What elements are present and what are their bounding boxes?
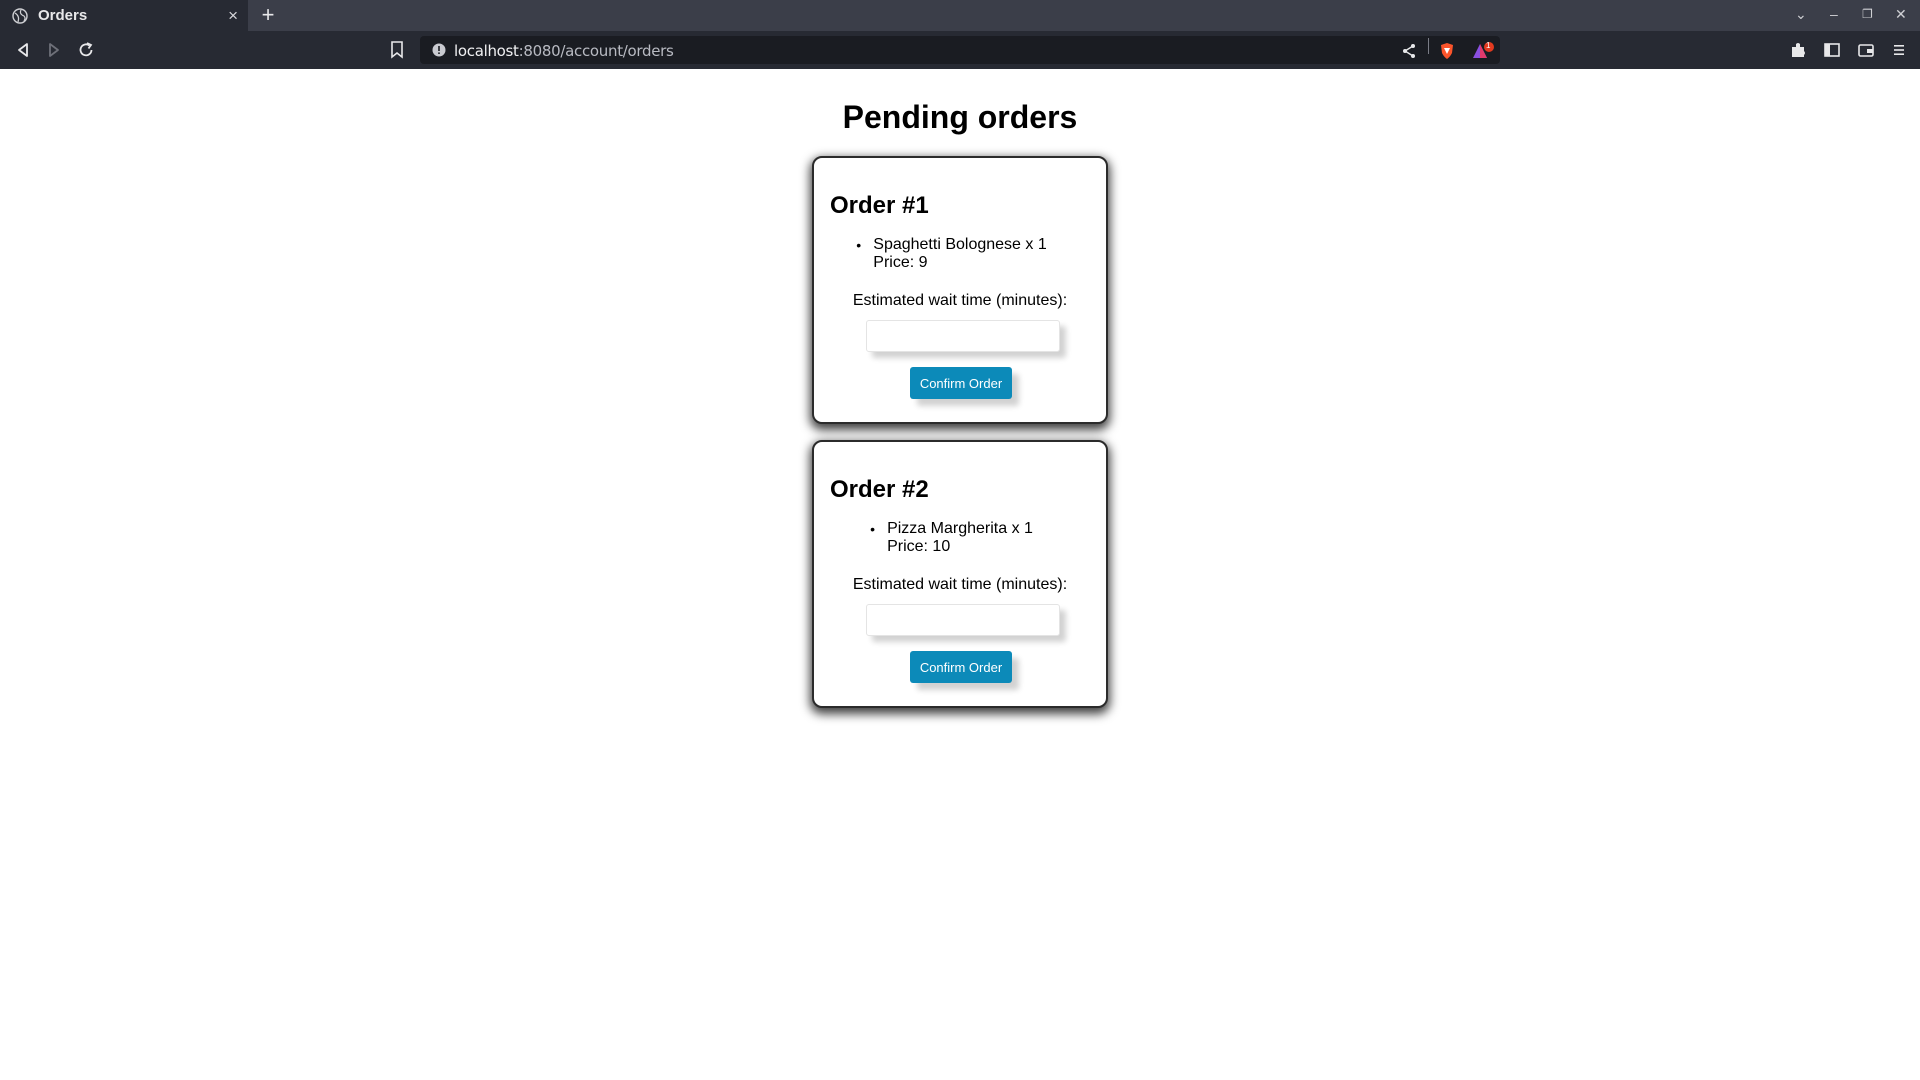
item-name: Spaghetti Bolognese x 1 — [873, 236, 1047, 253]
order-items: Pizza Margherita x 1 Price: 10 — [814, 520, 1106, 556]
extensions-icon[interactable] — [1789, 41, 1807, 59]
order-heading: Order #2 — [830, 476, 929, 503]
close-window-button[interactable]: ✕ — [1895, 6, 1907, 23]
confirm-order-button[interactable]: Confirm Order — [910, 651, 1012, 683]
reload-icon[interactable] — [75, 39, 97, 61]
rewards-icon[interactable]: 1 — [1472, 41, 1494, 60]
order-card: Order #2 Pizza Margherita x 1 Price: 10 … — [812, 440, 1108, 708]
order-item: Spaghetti Bolognese x 1 Price: 9 — [856, 236, 1047, 272]
restore-button[interactable]: ❐ — [1862, 7, 1873, 21]
globe-icon — [12, 7, 28, 24]
url-text: localhost:8080/account/orders — [454, 42, 674, 60]
toolbar-separator — [1428, 38, 1429, 54]
brave-shield-icon[interactable] — [1438, 42, 1456, 60]
tab-title: Orders — [38, 7, 88, 24]
order-items: Spaghetti Bolognese x 1 Price: 9 — [814, 236, 1106, 272]
url-path: :8080/account/orders — [518, 42, 674, 60]
tab-orders[interactable]: Orders × — [0, 0, 248, 31]
page-content: Pending orders Order #1 Spaghetti Bologn… — [0, 69, 1920, 1080]
tab-list-button[interactable]: ⌄ — [1795, 6, 1807, 23]
address-bar[interactable]: localhost:8080/account/orders 1 — [420, 36, 1500, 64]
site-info-icon[interactable] — [432, 43, 446, 57]
sidebar-icon[interactable] — [1823, 41, 1841, 59]
share-icon[interactable] — [1400, 42, 1418, 60]
bookmark-icon[interactable] — [390, 41, 404, 59]
item-price: Price: 9 — [873, 254, 928, 271]
order-item: Pizza Margherita x 1 Price: 10 — [870, 520, 1033, 556]
order-card: Order #1 Spaghetti Bolognese x 1 Price: … — [812, 156, 1108, 424]
menu-icon[interactable] — [1890, 41, 1908, 59]
tab-strip: Orders × + ⌄ – ❐ ✕ — [0, 0, 1920, 31]
page-title: Pending orders — [842, 99, 1078, 135]
back-icon[interactable] — [12, 39, 34, 61]
wait-time-label: Estimated wait time (minutes): — [852, 576, 1068, 593]
forward-icon[interactable] — [43, 39, 65, 61]
wait-time-input[interactable] — [866, 320, 1060, 352]
item-price: Price: 10 — [887, 538, 951, 555]
minimize-button[interactable]: – — [1830, 6, 1838, 22]
wait-time-input[interactable] — [866, 604, 1060, 636]
wallet-icon[interactable] — [1857, 41, 1875, 59]
tab-close-icon[interactable]: × — [228, 6, 238, 26]
rewards-badge: 1 — [1486, 41, 1491, 50]
url-host: localhost — [454, 42, 519, 60]
order-heading: Order #1 — [830, 192, 929, 219]
new-tab-button[interactable]: + — [256, 3, 280, 27]
wait-time-label: Estimated wait time (minutes): — [852, 292, 1068, 309]
confirm-order-button[interactable]: Confirm Order — [910, 367, 1012, 399]
item-name: Pizza Margherita x 1 — [887, 520, 1033, 537]
toolbar: localhost:8080/account/orders 1 — [0, 31, 1920, 69]
